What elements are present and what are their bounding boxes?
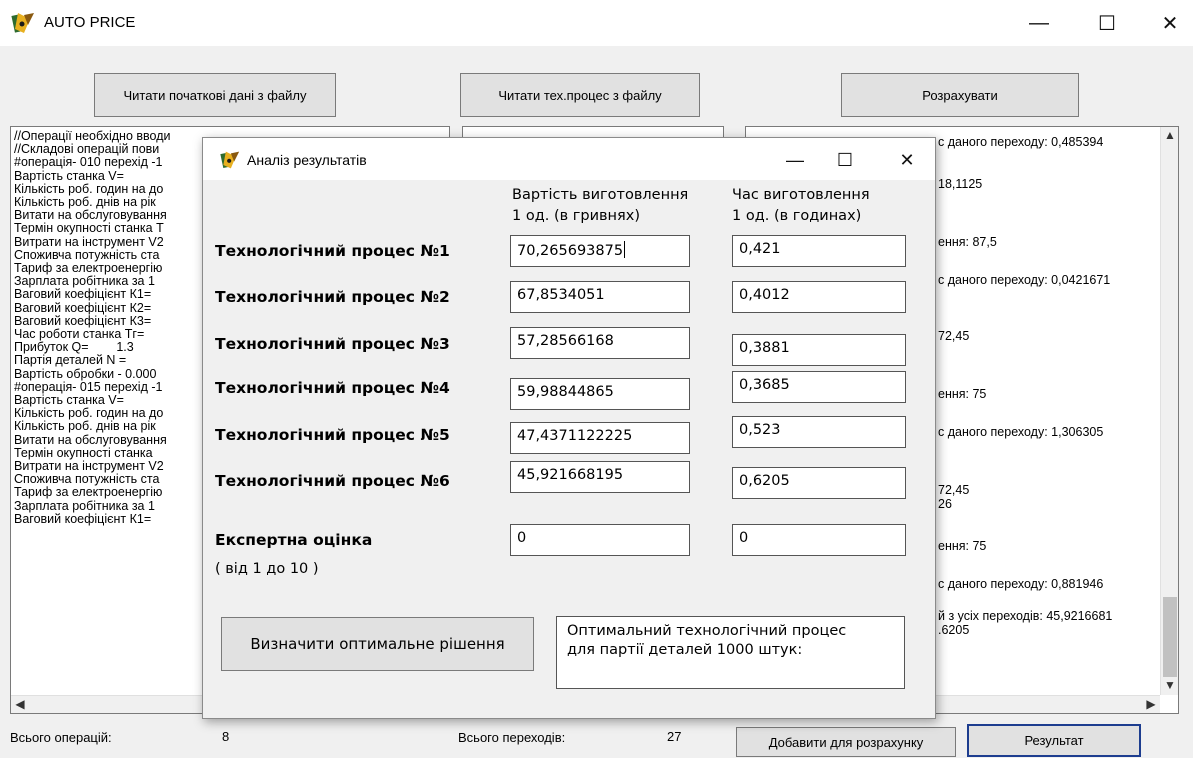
process-1-time-field[interactable]: 0,421 [732, 235, 906, 267]
results-line: ення: 87,5 [938, 235, 997, 249]
input-data-line: #операція- 010 перехід -1 [14, 155, 163, 170]
add-for-calculation-button[interactable]: Добавити для розрахунку [736, 727, 956, 757]
results-line: 18,1125 [938, 177, 983, 191]
results-line: ення: 75 [938, 387, 987, 401]
transitions-count-value: 27 [667, 729, 682, 744]
find-optimal-solution-button[interactable]: Визначити оптимальне рішення [221, 617, 534, 671]
process-4-cost-field[interactable]: 59,98844865 [510, 378, 690, 410]
expert-cost-field[interactable]: 0 [510, 524, 690, 556]
results-line: й з усіх переходів: 45,9216681 [938, 609, 1113, 623]
input-data-line: Тариф за електроенергію [14, 485, 163, 500]
input-data-line: Ваговий коефіцієнт К2= [14, 300, 152, 315]
operations-count-value: 8 [222, 729, 230, 744]
input-data-line: Термін окупності станка Т [14, 221, 164, 236]
calculate-button[interactable]: Розрахувати [841, 73, 1079, 117]
result-line1: Оптимальний технологічний процес [567, 623, 847, 639]
input-data-line: Кількість роб. днів на рік [14, 419, 156, 434]
input-data-lines: //Операції необхідно вводи//Складові опе… [14, 129, 170, 526]
app-logo-icon [11, 13, 34, 33]
result-line2: для партії деталей 1000 штук: [567, 642, 803, 658]
results-line: ення: 75 [938, 539, 987, 553]
time-header-line2: 1 од. (в годинах) [732, 208, 862, 224]
scroll-up-icon[interactable]: ▲ [1161, 127, 1178, 145]
process-5-time-field[interactable]: 0,523 [732, 416, 906, 448]
scrollbar-thumb[interactable] [1163, 597, 1177, 677]
optimal-result-textbox[interactable]: Оптимальний технологічний процес для пар… [556, 616, 905, 689]
time-column-header: Час виготовлення 1 од. (в годинах) [732, 185, 870, 227]
result-button[interactable]: Результат [967, 724, 1141, 757]
dialog-logo-icon [220, 151, 240, 169]
input-data-line: Ваговий коефіцієнт К1= [14, 511, 152, 526]
input-data-line: Партія деталей N = [14, 353, 127, 368]
analysis-dialog: Аналіз результатів — ☐ ✕ Вартість вигото… [202, 137, 936, 719]
process-1-cost-value: 70,265693875 [517, 243, 624, 259]
time-header-line1: Час виготовлення [732, 187, 870, 203]
input-data-line: Зарплата робітника за 1 [14, 498, 155, 513]
dialog-maximize-button[interactable]: ☐ [825, 144, 865, 176]
input-data-line: Витати на обслуговування [14, 432, 167, 447]
input-data-line: Вартість станка V= [14, 168, 124, 183]
process-3-cost-field[interactable]: 57,28566168 [510, 327, 690, 359]
results-line: 72,45 [938, 329, 970, 343]
expert-time-field[interactable]: 0 [732, 524, 906, 556]
input-data-line: Витрати на інструмент V2 [14, 234, 164, 249]
scroll-down-icon[interactable]: ▼ [1161, 677, 1178, 695]
process-3-time-field[interactable]: 0,3881 [732, 334, 906, 366]
process-1-cost-field[interactable]: 70,265693875 [510, 235, 690, 267]
vertical-scrollbar[interactable]: ▲ ▼ [1160, 127, 1178, 695]
window-title: AUTO PRICE [44, 14, 136, 31]
cost-header-line2: 1 од. (в гривнях) [512, 208, 640, 224]
results-line: 72,45 [938, 483, 970, 497]
results-line: 26 [938, 497, 952, 511]
dialog-close-button[interactable]: ✕ [887, 144, 927, 176]
cost-header-line1: Вартість виготовлення [512, 187, 689, 203]
process-2-label: Технологічний процес №2 [215, 288, 450, 306]
results-line: с даного переходу: 0,485394 [938, 135, 1104, 149]
dialog-title-bar: Аналіз результатів — ☐ ✕ [203, 138, 935, 180]
results-line: с даного переходу: 0,0421671 [938, 273, 1111, 287]
expert-evaluation-label: Експертна оцінка [215, 531, 373, 549]
process-6-cost-field[interactable]: 45,921668195 [510, 461, 690, 493]
results-line: с даного переходу: 1,306305 [938, 425, 1104, 439]
read-initial-data-button[interactable]: Читати початкові дані з файлу [94, 73, 336, 117]
maximize-button[interactable]: ☐ [1084, 6, 1130, 40]
scroll-left-icon[interactable]: ◀ [11, 696, 29, 713]
process-4-label: Технологічний процес №4 [215, 379, 450, 397]
results-line: с даного переходу: 0,881946 [938, 577, 1104, 591]
input-data-line: Вартість обробки - 0.000 [14, 366, 157, 381]
process-6-label: Технологічний процес №6 [215, 472, 450, 490]
text-caret [624, 241, 626, 258]
process-2-cost-field[interactable]: 67,8534051 [510, 281, 690, 313]
process-2-time-field[interactable]: 0,4012 [732, 281, 906, 313]
transitions-count-label: Всього переходів: [458, 730, 566, 745]
process-4-time-field[interactable]: 0,3685 [732, 371, 906, 403]
expert-range-label: ( від 1 до 10 ) [215, 561, 319, 577]
read-process-button[interactable]: Читати тех.процес з файлу [460, 73, 700, 117]
dialog-minimize-button[interactable]: — [775, 144, 815, 176]
minimize-button[interactable]: — [1016, 6, 1062, 40]
close-button[interactable]: ✕ [1147, 6, 1193, 40]
process-5-label: Технологічний процес №5 [215, 426, 450, 444]
process-3-label: Технологічний процес №3 [215, 335, 450, 353]
process-1-label: Технологічний процес №1 [215, 242, 450, 260]
process-5-cost-field[interactable]: 47,4371122225 [510, 422, 690, 454]
cost-column-header: Вартість виготовлення 1 од. (в гривнях) [512, 185, 688, 227]
dialog-title: Аналіз результатів [247, 152, 367, 168]
results-line: .6205 [938, 623, 970, 637]
input-data-line: Ваговий коефіцієнт К1= [14, 287, 152, 302]
process-6-time-field[interactable]: 0,6205 [732, 467, 906, 499]
scroll-right-icon[interactable]: ▶ [1142, 696, 1160, 713]
title-bar: AUTO PRICE — ☐ ✕ [0, 0, 1193, 46]
operations-count-label: Всього операцій: [10, 730, 112, 745]
